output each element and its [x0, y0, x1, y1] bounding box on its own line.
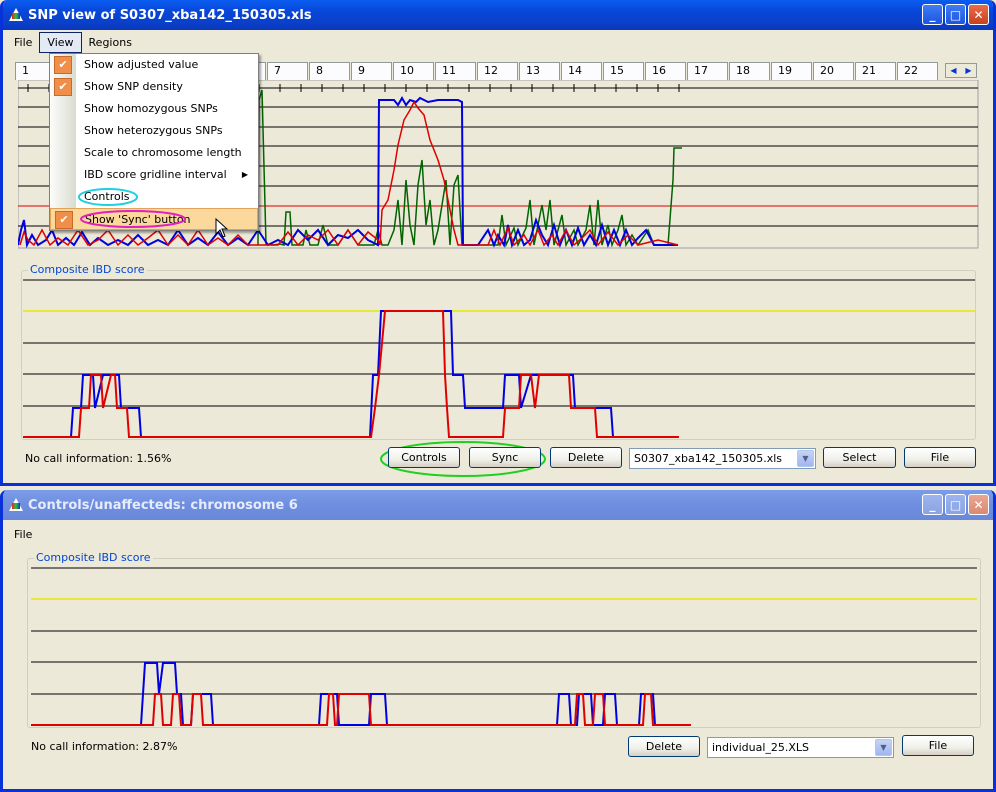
tab-chromosome-21[interactable]: 21	[855, 62, 896, 80]
tab-scroll-arrows[interactable]: ◀ ▶	[945, 63, 977, 78]
controls-window: Controls/unaffecteds: chromosome 6 _ □ ✕…	[0, 490, 996, 792]
file-button[interactable]: File	[902, 735, 974, 756]
menu-item-label: Show adjusted value	[84, 58, 199, 71]
submenu-arrow-icon: ▶	[241, 170, 248, 179]
controls-annotation-ellipse	[78, 188, 138, 206]
chevron-down-icon[interactable]: ▼	[797, 450, 814, 467]
delete-button[interactable]: Delete	[550, 447, 622, 468]
sync-option-annotation-ellipse	[80, 210, 186, 228]
tab-chromosome-20[interactable]: 20	[813, 62, 854, 80]
maximize-button[interactable]: □	[945, 4, 966, 25]
tab-left-icon[interactable]: ◀	[950, 66, 956, 75]
tab-chromosome-15[interactable]: 15	[603, 62, 644, 80]
mouse-cursor-icon	[215, 218, 229, 238]
chevron-down-icon[interactable]: ▼	[875, 739, 892, 756]
file-button[interactable]: File	[904, 447, 976, 468]
tab-chromosome-22[interactable]: 22	[897, 62, 938, 80]
tab-chromosome-10[interactable]: 10	[393, 62, 434, 80]
file-combo-value: S0307_xba142_150305.xls	[634, 452, 782, 465]
menu-item-label: IBD score gridline interval	[84, 168, 227, 181]
tab-chromosome-16[interactable]: 16	[645, 62, 686, 80]
menubar: File	[3, 522, 993, 546]
minimize-button[interactable]: _	[922, 494, 943, 515]
tab-chromosome-12[interactable]: 12	[477, 62, 518, 80]
menu-file[interactable]: File	[7, 525, 39, 544]
tab-chromosome-9[interactable]: 9	[351, 62, 392, 80]
menu-regions[interactable]: Regions	[82, 33, 139, 52]
select-button[interactable]: Select	[823, 447, 896, 468]
tab-chromosome-14[interactable]: 14	[561, 62, 602, 80]
composite-ibd-label: Composite IBD score	[34, 551, 153, 564]
menu-item-show-snp-density[interactable]: ✔ Show SNP density	[50, 76, 258, 98]
tab-chromosome-18[interactable]: 18	[729, 62, 770, 80]
no-call-status: No call information: 2.87%	[31, 740, 178, 753]
menu-item-show-heterozygous-snps[interactable]: Show heterozygous SNPs	[50, 120, 258, 142]
controls-button[interactable]: Controls	[388, 447, 460, 468]
menu-item-label: Show heterozygous SNPs	[84, 124, 223, 137]
window-title: Controls/unaffecteds: chromosome 6	[28, 497, 298, 513]
controls-ibd-plot	[31, 566, 977, 726]
menu-item-ibd-gridline-interval[interactable]: IBD score gridline interval ▶	[50, 164, 258, 186]
sync-button[interactable]: Sync	[469, 447, 541, 468]
menubar: File View Regions	[3, 30, 993, 54]
menu-item-show-adjusted-value[interactable]: ✔ Show adjusted value	[50, 54, 258, 76]
menu-item-scale-to-chromosome-length[interactable]: Scale to chromosome length	[50, 142, 258, 164]
tab-right-icon[interactable]: ▶	[965, 66, 971, 75]
window-title: SNP view of S0307_xba142_150305.xls	[28, 7, 312, 23]
checkmark-icon: ✔	[55, 211, 73, 229]
menu-item-label: Show homozygous SNPs	[84, 102, 218, 115]
tab-chromosome-17[interactable]: 17	[687, 62, 728, 80]
tab-chromosome-13[interactable]: 13	[519, 62, 560, 80]
close-button[interactable]: ✕	[968, 494, 989, 515]
file-combo-value: individual_25.XLS	[712, 741, 810, 754]
controls-titlebar[interactable]: Controls/unaffecteds: chromosome 6 _ □ ✕	[3, 490, 993, 520]
checkmark-icon: ✔	[54, 78, 72, 96]
minimize-button[interactable]: _	[922, 4, 943, 25]
menu-item-label: Scale to chromosome length	[84, 146, 242, 159]
composite-ibd-label: Composite IBD score	[28, 263, 147, 276]
composite-ibd-plot	[23, 278, 975, 438]
close-button[interactable]: ✕	[968, 4, 989, 25]
checkmark-icon: ✔	[54, 56, 72, 74]
app-icon	[9, 498, 23, 512]
tab-chromosome-11[interactable]: 11	[435, 62, 476, 80]
tab-chromosome-19[interactable]: 19	[771, 62, 812, 80]
delete-button[interactable]: Delete	[628, 736, 700, 757]
menu-item-label: Show SNP density	[84, 80, 183, 93]
tab-chromosome-7[interactable]: 7	[267, 62, 308, 80]
no-call-status: No call information: 1.56%	[25, 452, 172, 465]
menu-view[interactable]: View	[39, 31, 82, 53]
snp-view-titlebar[interactable]: SNP view of S0307_xba142_150305.xls _ □ …	[3, 0, 993, 30]
snp-view-window: SNP view of S0307_xba142_150305.xls _ □ …	[0, 0, 996, 486]
tab-chromosome-8[interactable]: 8	[309, 62, 350, 80]
maximize-button[interactable]: □	[945, 494, 966, 515]
menu-file[interactable]: File	[7, 33, 39, 52]
menu-item-show-homozygous-snps[interactable]: Show homozygous SNPs	[50, 98, 258, 120]
file-combo[interactable]: individual_25.XLS ▼	[707, 737, 894, 758]
file-combo[interactable]: S0307_xba142_150305.xls ▼	[629, 448, 816, 469]
app-icon	[9, 8, 23, 22]
